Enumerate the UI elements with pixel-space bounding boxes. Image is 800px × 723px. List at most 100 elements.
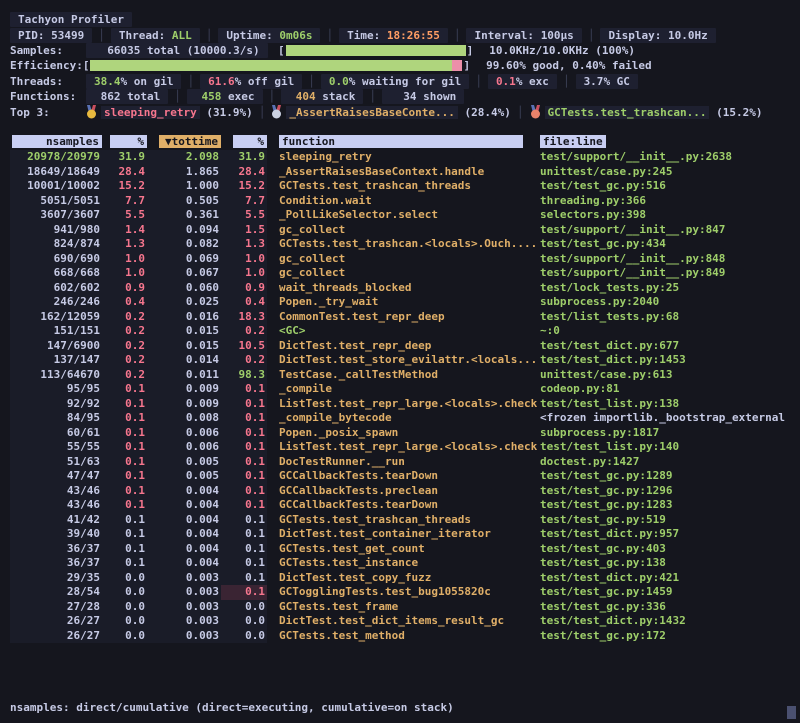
table-row[interactable]: 43/46 0.1 0.004 0.1 GCCallbackTests.tear… bbox=[10, 498, 800, 513]
table-row[interactable]: 36/37 0.1 0.004 0.1 GCTests.test_get_cou… bbox=[10, 542, 800, 557]
cell-function: CommonTest.test_repr_deep bbox=[267, 310, 540, 325]
separator: │ bbox=[369, 90, 376, 103]
cell-percent-cumulative: 0.1 bbox=[221, 542, 267, 557]
cell-nsamples: 36/37 bbox=[10, 542, 102, 557]
table-row[interactable]: 29/35 0.0 0.003 0.1 DictTest.test_copy_f… bbox=[10, 571, 800, 586]
functions-label: Functions: bbox=[10, 90, 86, 103]
separator: │ bbox=[475, 75, 482, 88]
cell-percent-direct: 0.1 bbox=[102, 469, 147, 484]
status-area: Tachyon Profiler PID: 53499 │ Thread: AL… bbox=[0, 0, 800, 120]
cell-file-line: test/support/__init__.py:848 bbox=[540, 252, 800, 267]
table-row[interactable]: 47/47 0.1 0.005 0.1 GCCallbackTests.tear… bbox=[10, 469, 800, 484]
cell-function: GCTests.test_trashcan_threads bbox=[267, 513, 540, 528]
table-row[interactable]: 18649/18649 28.4 1.865 28.4 _AssertRaise… bbox=[10, 165, 800, 180]
cell-nsamples: 10001/10002 bbox=[10, 179, 102, 194]
table-header-row: nsamples % ▼tottime % function file:line bbox=[10, 135, 800, 150]
table-row[interactable]: 147/6900 0.2 0.015 10.5 DictTest.test_re… bbox=[10, 339, 800, 354]
cell-file-line: test/support/__init__.py:847 bbox=[540, 223, 800, 238]
cell-tottime: 0.004 bbox=[147, 484, 221, 499]
table-row[interactable]: 55/55 0.1 0.006 0.1 ListTest.test_repr_l… bbox=[10, 440, 800, 455]
table-row[interactable]: 602/602 0.9 0.060 0.9 wait_threads_block… bbox=[10, 281, 800, 296]
cell-file-line: unittest/case.py:613 bbox=[540, 368, 800, 383]
samples-total: 66035 total (10000.3/s) bbox=[86, 43, 268, 58]
table-row[interactable]: 60/61 0.1 0.006 0.1 Popen._posix_spawn s… bbox=[10, 426, 800, 441]
footer-legend: nsamples: direct/cumulative (direct=exec… bbox=[10, 699, 454, 717]
table-row[interactable]: 246/246 0.4 0.025 0.4 Popen._try_wait su… bbox=[10, 295, 800, 310]
threads-off-gil: 61.6% off gil bbox=[200, 74, 302, 89]
cell-tottime: 0.082 bbox=[147, 237, 221, 252]
cell-tottime: 0.011 bbox=[147, 368, 221, 383]
cell-nsamples: 246/246 bbox=[10, 295, 102, 310]
separator: │ bbox=[269, 90, 276, 103]
cell-percent-direct: 0.1 bbox=[102, 498, 147, 513]
cell-tottime: 0.006 bbox=[147, 440, 221, 455]
bronze-medal-icon bbox=[530, 105, 541, 119]
cell-file-line: test/test_dict.py:677 bbox=[540, 339, 800, 354]
table-row[interactable]: 36/37 0.1 0.004 0.1 GCTests.test_instanc… bbox=[10, 556, 800, 571]
cell-tottime: 0.016 bbox=[147, 310, 221, 325]
pid-status: PID: 53499 bbox=[10, 28, 92, 43]
cell-tottime: 0.004 bbox=[147, 527, 221, 542]
table-row[interactable]: 41/42 0.1 0.004 0.1 GCTests.test_trashca… bbox=[10, 513, 800, 528]
cell-nsamples: 41/42 bbox=[10, 513, 102, 528]
separator: │ bbox=[517, 106, 524, 119]
cell-file-line: test/test_dict.py:957 bbox=[540, 527, 800, 542]
functions-exec: 458 exec bbox=[187, 89, 263, 104]
table-row[interactable]: 690/690 1.0 0.069 1.0 gc_collect test/su… bbox=[10, 252, 800, 267]
cell-percent-direct: 0.2 bbox=[102, 310, 147, 325]
table-row[interactable]: 51/63 0.1 0.005 0.1 DocTestRunner.__run … bbox=[10, 455, 800, 470]
table-row[interactable]: 20978/20979 31.9 2.098 31.9 sleeping_ret… bbox=[10, 150, 800, 165]
tachyon-profiler-window: Tachyon Profiler PID: 53499 │ Thread: AL… bbox=[0, 0, 800, 723]
cell-tottime: 1.865 bbox=[147, 165, 221, 180]
cell-nsamples: 43/46 bbox=[10, 484, 102, 499]
cell-tottime: 0.004 bbox=[147, 542, 221, 557]
table-row[interactable]: 26/27 0.0 0.003 0.0 GCTests.test_method … bbox=[10, 629, 800, 644]
threads-line: Threads: 38.4% on gil │ 61.6% off gil │ … bbox=[10, 74, 792, 89]
column-header-function[interactable]: function bbox=[267, 135, 540, 148]
cell-function: DictTest.test_dict_items_result_gc bbox=[267, 614, 540, 629]
threads-gc: 3.7% GC bbox=[576, 74, 638, 89]
table-row[interactable]: 26/27 0.0 0.003 0.0 DictTest.test_dict_i… bbox=[10, 614, 800, 629]
cell-percent-direct: 0.1 bbox=[102, 527, 147, 542]
column-header-tottime-sorted[interactable]: ▼tottime bbox=[147, 135, 221, 148]
table-row[interactable]: 3607/3607 5.5 0.361 5.5 _PollLikeSelecto… bbox=[10, 208, 800, 223]
table-row[interactable]: 824/874 1.3 0.082 1.3 GCTests.test_trash… bbox=[10, 237, 800, 252]
cell-percent-direct: 0.9 bbox=[102, 281, 147, 296]
cell-file-line: test/test_gc.py:1283 bbox=[540, 498, 800, 513]
table-row[interactable]: 941/980 1.4 0.094 1.5 gc_collect test/su… bbox=[10, 223, 800, 238]
cell-file-line: doctest.py:1427 bbox=[540, 455, 800, 470]
table-row[interactable]: 43/46 0.1 0.004 0.1 GCCallbackTests.prec… bbox=[10, 484, 800, 499]
table-row[interactable]: 10001/10002 15.2 1.000 15.2 GCTests.test… bbox=[10, 179, 800, 194]
cell-percent-direct: 28.4 bbox=[102, 165, 147, 180]
cell-tottime: 0.003 bbox=[147, 614, 221, 629]
cell-function: DocTestRunner.__run bbox=[267, 455, 540, 470]
column-header-nsamples[interactable]: nsamples bbox=[10, 135, 102, 148]
cell-percent-cumulative: 0.1 bbox=[221, 382, 267, 397]
table-row[interactable]: 92/92 0.1 0.009 0.1 ListTest.test_repr_l… bbox=[10, 397, 800, 412]
cell-file-line: test/test_dict.py:1453 bbox=[540, 353, 800, 368]
table-row[interactable]: 113/64670 0.2 0.011 98.3 TestCase._callT… bbox=[10, 368, 800, 383]
table-row[interactable]: 84/95 0.1 0.008 0.1 _compile_bytecode <f… bbox=[10, 411, 800, 426]
column-header-percent-cumulative[interactable]: % bbox=[221, 135, 267, 148]
table-row[interactable]: 5051/5051 7.7 0.505 7.7 Condition.wait t… bbox=[10, 194, 800, 209]
cell-nsamples: 39/40 bbox=[10, 527, 102, 542]
table-row[interactable]: 151/151 0.2 0.015 0.2 <GC> ~:0 bbox=[10, 324, 800, 339]
column-header-percent-direct[interactable]: % bbox=[102, 135, 147, 148]
table-row[interactable]: 668/668 1.0 0.067 1.0 gc_collect test/su… bbox=[10, 266, 800, 281]
table-row[interactable]: 162/12059 0.2 0.016 18.3 CommonTest.test… bbox=[10, 310, 800, 325]
cell-nsamples: 60/61 bbox=[10, 426, 102, 441]
table-row[interactable]: 28/54 0.0 0.003 0.1 GCTogglingTests.test… bbox=[10, 585, 800, 600]
cell-function: _compile bbox=[267, 382, 540, 397]
cell-function: DictTest.test_repr_deep bbox=[267, 339, 540, 354]
cell-percent-cumulative: 0.1 bbox=[221, 469, 267, 484]
cell-nsamples: 137/147 bbox=[10, 353, 102, 368]
table-row[interactable]: 95/95 0.1 0.009 0.1 _compile codeop.py:8… bbox=[10, 382, 800, 397]
column-header-file-line[interactable]: file:line bbox=[540, 135, 800, 148]
table-row[interactable]: 27/28 0.0 0.003 0.0 GCTests.test_frame t… bbox=[10, 600, 800, 615]
threads-label: Threads: bbox=[10, 75, 86, 88]
table-row[interactable]: 39/40 0.1 0.004 0.1 DictTest.test_contai… bbox=[10, 527, 800, 542]
cell-percent-cumulative: 0.1 bbox=[221, 484, 267, 499]
cell-file-line: test/test_list.py:140 bbox=[540, 440, 800, 455]
top3-label: Top 3: bbox=[10, 106, 86, 119]
table-row[interactable]: 137/147 0.2 0.014 0.2 DictTest.test_stor… bbox=[10, 353, 800, 368]
